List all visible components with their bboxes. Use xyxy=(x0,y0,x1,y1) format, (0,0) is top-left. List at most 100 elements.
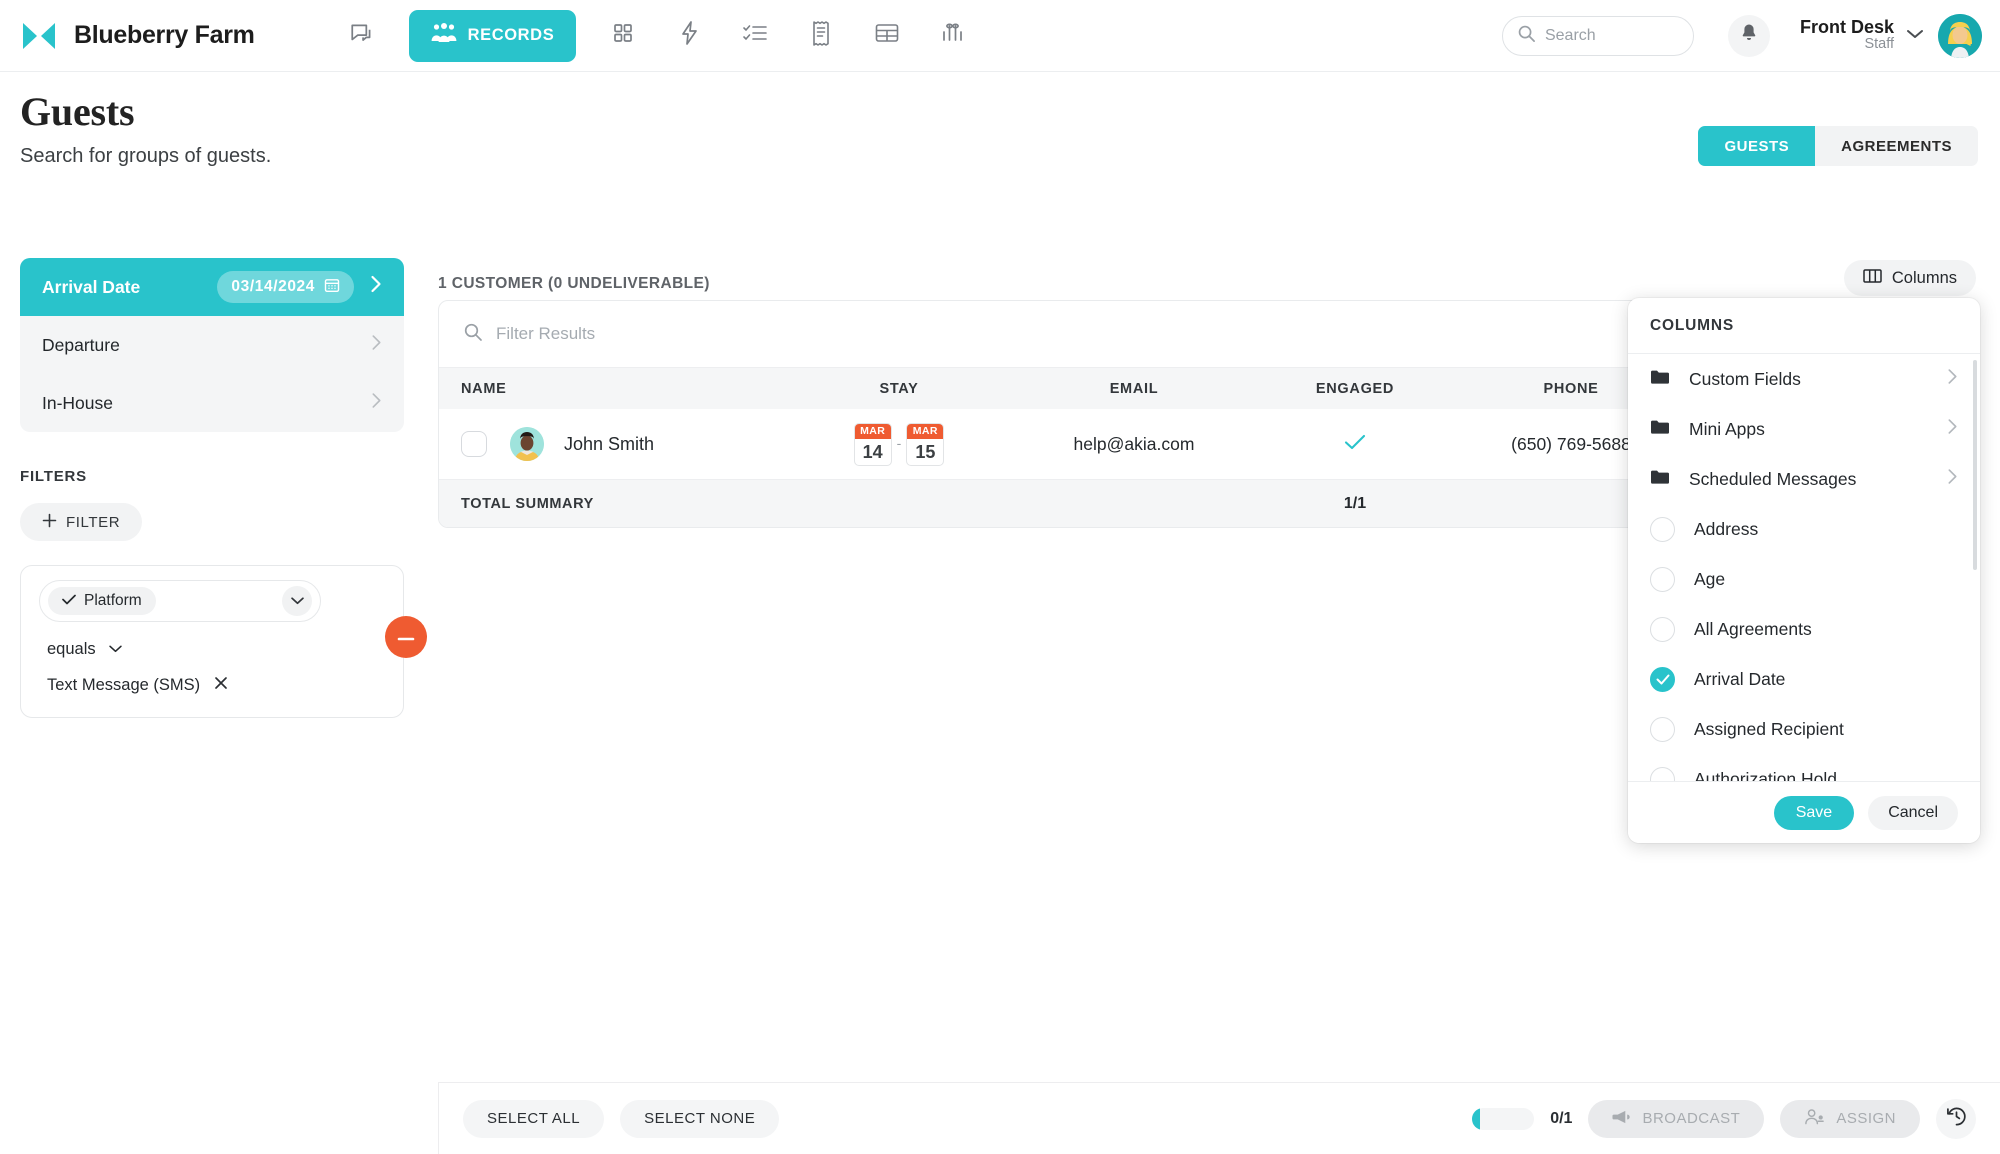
nav-chat-bubbles-button[interactable] xyxy=(329,11,395,61)
columns-option-label: Age xyxy=(1694,568,1726,589)
filter-field-label: Platform xyxy=(84,592,142,609)
broadcast-button[interactable]: BROADCAST xyxy=(1588,1099,1765,1138)
table-cell-name: John Smith xyxy=(439,427,799,461)
checkbox-unchecked-icon[interactable] xyxy=(1650,516,1675,542)
checklist-icon xyxy=(742,21,768,50)
bottom-action-bar: SELECT ALL SELECT NONE 0/1 BROADCAST ASS… xyxy=(438,1082,2000,1154)
stay-end-day: 15 xyxy=(915,441,936,462)
nav-apps-button[interactable] xyxy=(590,11,656,61)
filter-results-placeholder: Filter Results xyxy=(496,324,596,343)
folder-icon xyxy=(1650,419,1670,440)
nav-right-group: Search Front Desk Staff xyxy=(1501,13,2000,58)
akia-logo-icon[interactable] xyxy=(18,15,60,57)
select-none-button[interactable]: SELECT NONE xyxy=(620,1099,780,1138)
check-icon xyxy=(62,592,76,610)
receipt-icon xyxy=(811,20,831,52)
columns-button[interactable]: Columns xyxy=(1843,260,1976,296)
nav-automations-button[interactable] xyxy=(656,11,722,61)
tab-guests[interactable]: GUESTS xyxy=(1698,126,1816,166)
history-button[interactable] xyxy=(1936,1098,1976,1139)
nav-tasks-button[interactable] xyxy=(722,11,788,61)
assign-button[interactable]: ASSIGN xyxy=(1780,1099,1920,1138)
add-filter-label: FILTER xyxy=(66,513,121,531)
sidebar-item-in-house[interactable]: In-House xyxy=(20,374,404,432)
columns-option-assigned-recipient[interactable]: Assigned Recipient xyxy=(1628,704,1980,754)
avatar xyxy=(510,427,544,461)
columns-group-custom-fields[interactable]: Custom Fields xyxy=(1628,354,1980,404)
nav-tables-button[interactable] xyxy=(854,11,920,61)
arrival-date-value-pill[interactable]: 03/14/2024 xyxy=(217,271,354,303)
column-header-name[interactable]: NAME xyxy=(439,381,799,397)
columns-group-mini-apps[interactable]: Mini Apps xyxy=(1628,404,1980,454)
columns-icon xyxy=(1863,268,1882,289)
sidebar-item-label: Departure xyxy=(42,334,120,355)
chevron-right-icon xyxy=(371,392,382,415)
chat-bubbles-icon xyxy=(349,20,375,51)
history-icon xyxy=(1946,1106,1967,1132)
columns-panel-title: COLUMNS xyxy=(1628,298,1980,354)
notification-bell-button[interactable] xyxy=(1727,14,1770,57)
columns-list-scrollbar[interactable] xyxy=(1973,360,1977,570)
save-button[interactable]: Save xyxy=(1773,795,1855,830)
arrival-date-value: 03/14/2024 xyxy=(231,278,315,295)
columns-options-list: Custom Fields Mini Apps Scheduled Messag… xyxy=(1628,354,1980,781)
chevron-right-icon xyxy=(1947,468,1958,491)
columns-option-age[interactable]: Age xyxy=(1628,554,1980,604)
assign-user-icon xyxy=(1804,1108,1825,1129)
tab-agreements[interactable]: AGREEMENTS xyxy=(1815,126,1978,166)
plus-icon xyxy=(42,513,57,532)
page-title: Guests xyxy=(20,89,135,134)
column-header-engaged[interactable]: ENGAGED xyxy=(1269,381,1441,397)
table-cell-engaged xyxy=(1269,432,1441,456)
megaphone-icon xyxy=(1612,1109,1631,1129)
add-filter-button[interactable]: FILTER xyxy=(20,503,143,541)
nav-icon-group: RECORDS xyxy=(329,9,987,62)
stay-start-month: MAR xyxy=(854,423,891,439)
search-icon xyxy=(463,322,483,347)
columns-dropdown-panel: COLUMNS Custom Fields Mini Apps Schedule… xyxy=(1628,298,1980,843)
remove-filter-button[interactable] xyxy=(385,616,427,658)
nav-receipts-button[interactable] xyxy=(788,11,854,61)
columns-option-label: Arrival Date xyxy=(1694,668,1786,689)
nav-records-button[interactable]: RECORDS xyxy=(408,9,577,62)
stay-start-date-badge: MAR 14 xyxy=(853,422,892,466)
row-select-checkbox[interactable] xyxy=(461,431,487,457)
remove-value-icon[interactable] xyxy=(214,675,228,695)
filter-field-chip: Platform xyxy=(48,587,156,615)
stay-end-date-badge: MAR 15 xyxy=(906,422,945,466)
page-tab-group: GUESTS AGREEMENTS xyxy=(1698,126,1978,166)
select-all-button[interactable]: SELECT ALL xyxy=(463,1099,605,1138)
checkbox-checked-icon[interactable] xyxy=(1650,666,1675,692)
columns-option-all-agreements[interactable]: All Agreements xyxy=(1628,604,1980,654)
summary-engaged-value: 1/1 xyxy=(1343,494,1367,512)
user-menu[interactable]: Front Desk Staff xyxy=(1800,13,1982,58)
global-search-input[interactable]: Search xyxy=(1501,15,1694,56)
columns-option-arrival-date[interactable]: Arrival Date xyxy=(1628,654,1980,704)
column-header-stay[interactable]: STAY xyxy=(799,381,999,397)
search-icon xyxy=(1517,24,1536,48)
cancel-button[interactable]: Cancel xyxy=(1868,795,1958,830)
columns-group-scheduled-messages[interactable]: Scheduled Messages xyxy=(1628,454,1980,504)
checkbox-unchecked-icon[interactable] xyxy=(1650,616,1675,642)
columns-option-label: Address xyxy=(1694,518,1759,539)
columns-group-label: Custom Fields xyxy=(1689,368,1801,389)
stay-end-month: MAR xyxy=(907,423,944,439)
sidebar-item-departure[interactable]: Departure xyxy=(20,316,404,374)
table-icon xyxy=(874,21,900,50)
columns-group-label: Scheduled Messages xyxy=(1689,468,1857,489)
columns-option-address[interactable]: Address xyxy=(1628,504,1980,554)
checkbox-unchecked-icon[interactable] xyxy=(1650,766,1675,781)
checkbox-unchecked-icon[interactable] xyxy=(1650,566,1675,592)
page-header: Guests Search for groups of guests. xyxy=(20,88,271,168)
sidebar-item-arrival-date[interactable]: Arrival Date 03/14/2024 xyxy=(20,258,404,316)
filter-field-select[interactable]: Platform xyxy=(39,580,321,622)
nav-analytics-button[interactable] xyxy=(920,11,986,61)
filter-rule-card: Platform equals Text Message (SMS) xyxy=(20,565,427,718)
table-cell-email: help@akia.com xyxy=(1073,433,1195,454)
column-header-email[interactable]: EMAIL xyxy=(999,381,1269,397)
engaged-check-icon xyxy=(1344,432,1366,455)
columns-option-authorization-hold[interactable]: Authorization Hold xyxy=(1628,754,1980,781)
stay-range-dash: - xyxy=(896,434,902,451)
checkbox-unchecked-icon[interactable] xyxy=(1650,716,1675,742)
filter-operator-select[interactable]: equals xyxy=(39,640,385,659)
